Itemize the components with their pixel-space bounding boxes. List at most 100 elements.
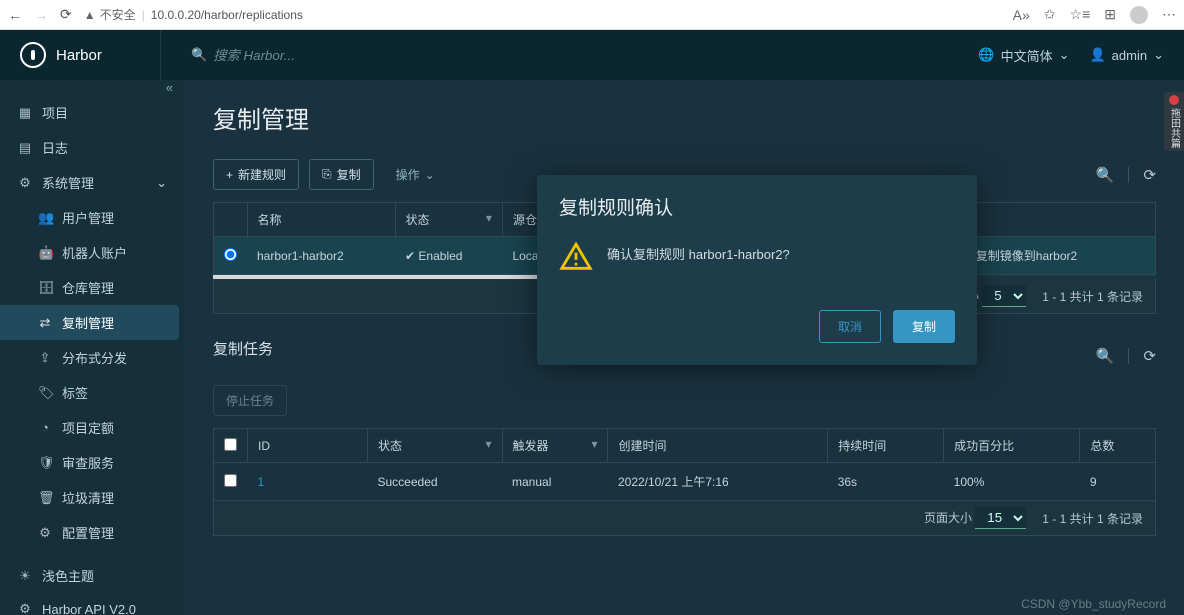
harbor-logo-icon [20, 42, 46, 68]
sidebar-item-label: 项目定额 [62, 418, 114, 437]
browser-actions: A» ✩ ☆≡ ⊞ ⋯ [1013, 6, 1176, 24]
row-checkbox[interactable] [224, 474, 237, 487]
shield-icon: 🛡 [38, 455, 52, 471]
cancel-button[interactable]: 取消 [819, 310, 881, 343]
more-icon[interactable]: ⋯ [1162, 6, 1176, 23]
user-menu[interactable]: 👤 admin ⌄ [1089, 47, 1164, 63]
language-label: 中文简体 [1001, 46, 1053, 65]
sidebar-item-label: 仓库管理 [62, 278, 114, 297]
sidebar-item-registry[interactable]: 🗄 仓库管理 [0, 270, 185, 305]
tasks-toolbar: 停止任务 [213, 385, 1156, 416]
select-col [214, 203, 248, 237]
search-icon: 🔍 [191, 47, 207, 63]
sidebar-item-label: 用户管理 [62, 208, 114, 227]
action-dropdown[interactable]: 操作 ⌄ [384, 160, 447, 189]
app-header: Harbor 🔍 🌐 中文简体 ⌄ 👤 admin ⌄ [0, 30, 1184, 80]
globe-icon: 🌐 [978, 47, 994, 63]
divider [1128, 348, 1129, 364]
sidebar-item-interrogation[interactable]: 🛡 审查服务 [0, 445, 185, 480]
read-aloud-icon[interactable]: A» [1013, 7, 1030, 23]
cell-name: harbor1-harbor2 [247, 237, 395, 275]
reload-icon[interactable]: ⟳ [60, 6, 72, 23]
replication-icon: ⇄ [38, 315, 52, 331]
sidebar-item-users[interactable]: 👥 用户管理 [0, 200, 185, 235]
gauge-icon: ◔ [38, 420, 52, 435]
sidebar-collapse-button[interactable]: « [0, 80, 185, 95]
sidebar-item-label: 审查服务 [62, 453, 114, 472]
sidebar-item-distribution[interactable]: ⇪分布式分发 [0, 340, 185, 375]
sidebar-item-admin[interactable]: ⚙系统管理 ⌄ [0, 165, 185, 200]
page-size-select[interactable]: 15 [975, 507, 1026, 529]
browser-bar: ← → ⟳ ▲ 不安全 | 10.0.0.20/harbor/replicati… [0, 0, 1184, 30]
select-all-checkbox[interactable] [224, 438, 237, 451]
table-row[interactable]: 1 Succeeded manual 2022/10/21 上午7:16 36s… [214, 463, 1156, 501]
sidebar: « ▦项目 ▤日志 ⚙系统管理 ⌄ 👥 用户管理 🤖 机器人账户 🗄 仓库管理 ⇄复制… [0, 80, 185, 615]
header-right: 🌐 中文简体 ⌄ 👤 admin ⌄ [978, 46, 1164, 65]
col-success[interactable]: 成功百分比 [944, 429, 1080, 463]
api-link[interactable]: ⚙Harbor API V2.0 [0, 593, 185, 615]
sidebar-item-projects[interactable]: ▦项目 [0, 95, 185, 130]
sidebar-item-config[interactable]: ⚙配置管理 [0, 515, 185, 550]
col-status[interactable]: 状态▾ [368, 429, 503, 463]
language-switcher[interactable]: 🌐 中文简体 ⌄ [978, 46, 1069, 65]
col-duration[interactable]: 持续时间 [828, 429, 944, 463]
collections-icon[interactable]: ⊞ [1104, 6, 1116, 23]
url-bar[interactable]: ▲ 不安全 | 10.0.0.20/harbor/replications [84, 6, 1001, 23]
confirm-button[interactable]: 复制 [893, 310, 955, 343]
search-icon[interactable]: 🔍 [1096, 166, 1115, 184]
tasks-table: ID 状态▾ 触发器▾ 创建时间 持续时间 成功百分比 总数 1 Succeed… [213, 428, 1156, 501]
robot-icon: 🤖 [38, 245, 52, 261]
sidebar-item-quotas[interactable]: ◔ 项目定额 [0, 410, 185, 445]
task-id-link[interactable]: 1 [258, 475, 265, 489]
filter-icon[interactable]: ▾ [591, 437, 597, 451]
back-icon[interactable]: ← [8, 7, 22, 23]
sidebar-item-logs[interactable]: ▤日志 [0, 130, 185, 165]
insecure-badge: ▲ 不安全 [84, 6, 136, 23]
sidebar-item-replication[interactable]: ⇄复制管理 [0, 305, 179, 340]
watermark: CSDN @Ybb_studyRecord [1021, 597, 1166, 611]
plus-icon: + [226, 168, 233, 182]
sidebar-item-robot[interactable]: 🤖 机器人账户 [0, 235, 185, 270]
global-search[interactable]: 🔍 [160, 30, 978, 80]
col-trigger[interactable]: 触发器▾ [502, 429, 608, 463]
logo[interactable]: Harbor [20, 42, 160, 68]
tasks-pagination: 页面大小 15 1 - 1 共计 1 条记录 [213, 501, 1156, 536]
page-size-select[interactable]: 5 [982, 285, 1026, 307]
warning-icon: ▲ [84, 8, 96, 22]
sidebar-item-label: 机器人账户 [62, 243, 127, 262]
col-total[interactable]: 总数 [1080, 429, 1156, 463]
replicate-button[interactable]: ⎘复制 [309, 159, 374, 190]
tag-icon: 🏷 [38, 385, 52, 401]
sidebar-item-gc[interactable]: 🗑垃圾清理 [0, 480, 185, 515]
product-name: Harbor [56, 47, 102, 64]
button-label: 复制 [337, 166, 361, 183]
sidebar-item-labels[interactable]: 🏷标签 [0, 375, 185, 410]
side-float-tab[interactable]: 拖田共篇 [1164, 92, 1184, 151]
search-input[interactable] [213, 48, 513, 63]
profile-avatar[interactable] [1130, 6, 1148, 24]
dialog-title: 复制规则确认 [537, 175, 977, 230]
refresh-icon[interactable]: ⟳ [1143, 347, 1156, 365]
users-icon: 👥 [38, 210, 52, 226]
registry-icon: 🗄 [38, 280, 52, 296]
new-rule-button[interactable]: +新建规则 [213, 159, 299, 190]
chevron-down-icon: ⌄ [425, 168, 435, 182]
col-name[interactable]: 名称 [247, 203, 395, 237]
search-icon[interactable]: 🔍 [1096, 347, 1115, 365]
filter-icon[interactable]: ▾ [485, 437, 491, 451]
col-id[interactable]: ID [248, 429, 368, 463]
row-radio[interactable] [224, 248, 237, 261]
col-created[interactable]: 创建时间 [608, 429, 828, 463]
projects-icon: ▦ [18, 105, 32, 121]
theme-toggle[interactable]: ☀浅色主题 [0, 558, 185, 593]
favorites-icon[interactable]: ☆≡ [1070, 6, 1091, 23]
chevron-down-icon: ⌄ [1059, 47, 1070, 63]
insecure-label: 不安全 [100, 6, 136, 23]
select-all-col[interactable] [214, 429, 248, 463]
filter-icon[interactable]: ▾ [486, 211, 492, 225]
star-icon[interactable]: ✩ [1044, 6, 1056, 23]
col-status[interactable]: 状态▾ [395, 203, 502, 237]
refresh-icon[interactable]: ⟳ [1143, 166, 1156, 184]
cell-success: 100% [944, 463, 1080, 501]
forward-icon[interactable]: → [34, 7, 48, 23]
